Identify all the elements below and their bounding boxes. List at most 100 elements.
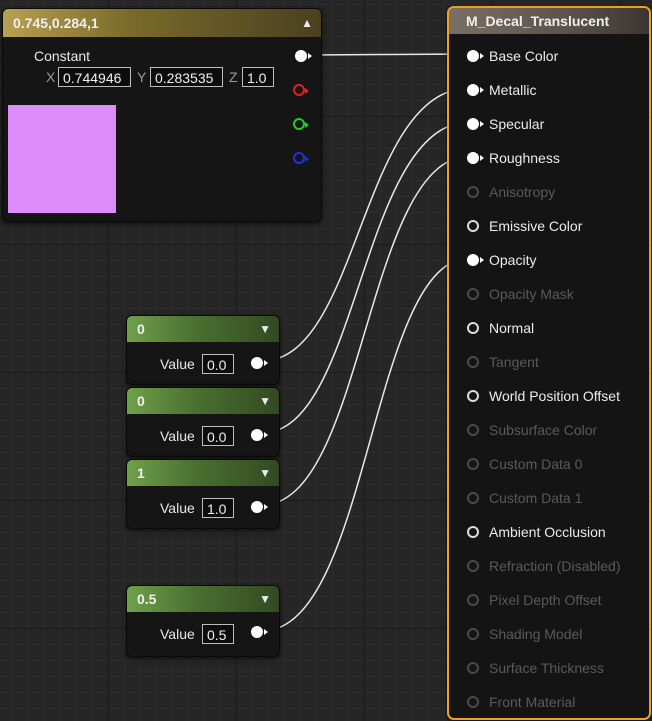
material-pin-opacity-mask[interactable]: Opacity Mask bbox=[449, 284, 645, 304]
value-field[interactable]: 0.0 bbox=[202, 426, 234, 446]
green-channel-pin[interactable] bbox=[293, 118, 309, 130]
red-channel-pin[interactable] bbox=[293, 84, 309, 96]
chevron-down-icon[interactable]: ▼ bbox=[259, 586, 271, 612]
node-header[interactable]: M_Decal_Translucent bbox=[449, 8, 649, 34]
input-pin-icon[interactable] bbox=[467, 492, 479, 504]
x-axis-label: X bbox=[46, 69, 56, 85]
input-pin-icon[interactable] bbox=[467, 152, 484, 164]
input-pin-icon[interactable] bbox=[467, 356, 479, 368]
pin-label: Front Material bbox=[489, 694, 576, 710]
input-pin-icon[interactable] bbox=[467, 50, 484, 62]
node-title: 0.745,0.284,1 bbox=[13, 15, 99, 31]
value-output-pin[interactable] bbox=[251, 429, 268, 441]
value-output-pin[interactable] bbox=[251, 501, 268, 513]
material-pin-normal[interactable]: Normal bbox=[449, 318, 645, 338]
input-pin-icon[interactable] bbox=[467, 186, 479, 198]
pin-label: Surface Thickness bbox=[489, 660, 604, 676]
input-pin-icon[interactable] bbox=[467, 662, 479, 674]
z-value-field[interactable]: 1.0 bbox=[242, 67, 274, 87]
material-pin-front-material[interactable]: Front Material bbox=[449, 692, 645, 712]
pin-label: Opacity Mask bbox=[489, 286, 574, 302]
material-pin-world-position-offset[interactable]: World Position Offset bbox=[449, 386, 645, 406]
x-value-field[interactable]: 0.744946 bbox=[58, 67, 131, 87]
output-label: Constant bbox=[34, 48, 91, 64]
node-header[interactable]: 1 ▼ bbox=[127, 460, 279, 486]
input-pin-icon[interactable] bbox=[467, 288, 479, 300]
material-pin-specular[interactable]: Specular bbox=[449, 114, 645, 134]
constant3vector-node[interactable]: 0.745,0.284,1 ▲ Constant X 0.744946 Y 0.… bbox=[2, 8, 322, 222]
material-pin-anisotropy[interactable]: Anisotropy bbox=[449, 182, 645, 202]
input-pin-icon[interactable] bbox=[467, 560, 479, 572]
pin-label: Custom Data 0 bbox=[489, 456, 583, 472]
value-label: Value bbox=[160, 626, 195, 642]
value-output-pin[interactable] bbox=[251, 357, 268, 369]
material-pin-custom-data-1[interactable]: Custom Data 1 bbox=[449, 488, 645, 508]
scalar-parameter-node[interactable]: 1 ▼ Value 1.0 bbox=[126, 459, 280, 529]
input-pin-icon[interactable] bbox=[467, 628, 479, 640]
material-pin-subsurface-color[interactable]: Subsurface Color bbox=[449, 420, 645, 440]
input-pin-icon[interactable] bbox=[467, 254, 484, 266]
pin-label: Pixel Depth Offset bbox=[489, 592, 602, 608]
scalar-parameter-node[interactable]: 0 ▼ Value 0.0 bbox=[126, 387, 280, 457]
value-output-pin[interactable] bbox=[251, 626, 268, 638]
material-pin-pixel-depth-offset[interactable]: Pixel Depth Offset bbox=[449, 590, 645, 610]
pin-label: Custom Data 1 bbox=[489, 490, 583, 506]
node-header[interactable]: 0.5 ▼ bbox=[127, 586, 279, 612]
pin-label: Tangent bbox=[489, 354, 539, 370]
material-pin-custom-data-0[interactable]: Custom Data 0 bbox=[449, 454, 645, 474]
material-pin-roughness[interactable]: Roughness bbox=[449, 148, 645, 168]
chevron-up-icon[interactable]: ▲ bbox=[301, 9, 313, 37]
pin-label: Base Color bbox=[489, 48, 559, 64]
rgb-output-pin[interactable] bbox=[295, 50, 312, 62]
material-pin-tangent[interactable]: Tangent bbox=[449, 352, 645, 372]
color-preview-swatch bbox=[8, 105, 116, 213]
wire-constant-to-base-color bbox=[306, 53, 471, 56]
value-field[interactable]: 1.0 bbox=[202, 498, 234, 518]
material-pin-base-color[interactable]: Base Color bbox=[449, 46, 645, 66]
value-field[interactable]: 0.0 bbox=[202, 354, 234, 374]
z-axis-label: Z bbox=[229, 69, 238, 85]
input-pin-icon[interactable] bbox=[467, 424, 479, 436]
y-value-field[interactable]: 0.283535 bbox=[150, 67, 223, 87]
material-pin-refraction-disabled[interactable]: Refraction (Disabled) bbox=[449, 556, 645, 576]
value-label: Value bbox=[160, 500, 195, 516]
pin-label: Subsurface Color bbox=[489, 422, 598, 438]
input-pin-icon[interactable] bbox=[467, 696, 479, 708]
input-pin-icon[interactable] bbox=[467, 390, 479, 402]
chevron-down-icon[interactable]: ▼ bbox=[259, 388, 271, 414]
material-result-node[interactable]: M_Decal_Translucent Base Color Metallic Sp… bbox=[447, 6, 651, 720]
input-pin-icon[interactable] bbox=[467, 118, 484, 130]
node-header[interactable]: 0 ▼ bbox=[127, 388, 279, 414]
input-pin-icon[interactable] bbox=[467, 594, 479, 606]
value-field[interactable]: 0.5 bbox=[202, 624, 234, 644]
node-header[interactable]: 0.745,0.284,1 ▲ bbox=[3, 9, 321, 37]
pin-label: Refraction (Disabled) bbox=[489, 558, 621, 574]
input-pin-icon[interactable] bbox=[467, 526, 479, 538]
input-pin-icon[interactable] bbox=[467, 322, 479, 334]
scalar-parameter-node[interactable]: 0.5 ▼ Value 0.5 bbox=[126, 585, 280, 657]
material-pin-opacity[interactable]: Opacity bbox=[449, 250, 645, 270]
chevron-down-icon[interactable]: ▼ bbox=[259, 460, 271, 486]
value-label: Value bbox=[160, 428, 195, 444]
node-title: 0 bbox=[137, 321, 145, 337]
pin-label: Ambient Occlusion bbox=[489, 524, 606, 540]
node-title: M_Decal_Translucent bbox=[466, 13, 610, 29]
pin-label: Metallic bbox=[489, 82, 537, 98]
pin-label: Opacity bbox=[489, 252, 537, 268]
node-header[interactable]: 0 ▼ bbox=[127, 316, 279, 342]
scalar-parameter-node[interactable]: 0 ▼ Value 0.0 bbox=[126, 315, 280, 385]
chevron-down-icon[interactable]: ▼ bbox=[259, 316, 271, 342]
material-pin-shading-model[interactable]: Shading Model bbox=[449, 624, 645, 644]
blue-channel-pin[interactable] bbox=[293, 152, 309, 164]
input-pin-icon[interactable] bbox=[467, 84, 484, 96]
input-pin-icon[interactable] bbox=[467, 220, 479, 232]
material-pin-metallic[interactable]: Metallic bbox=[449, 80, 645, 100]
pin-label: Emissive Color bbox=[489, 218, 583, 234]
node-title: 0.5 bbox=[137, 591, 157, 607]
material-pin-surface-thickness[interactable]: Surface Thickness bbox=[449, 658, 645, 678]
value-label: Value bbox=[160, 356, 195, 372]
material-pin-emissive-color[interactable]: Emissive Color bbox=[449, 216, 645, 236]
material-pin-ambient-occlusion[interactable]: Ambient Occlusion bbox=[449, 522, 645, 542]
wire-scalar3-to-opacity bbox=[261, 257, 471, 632]
input-pin-icon[interactable] bbox=[467, 458, 479, 470]
